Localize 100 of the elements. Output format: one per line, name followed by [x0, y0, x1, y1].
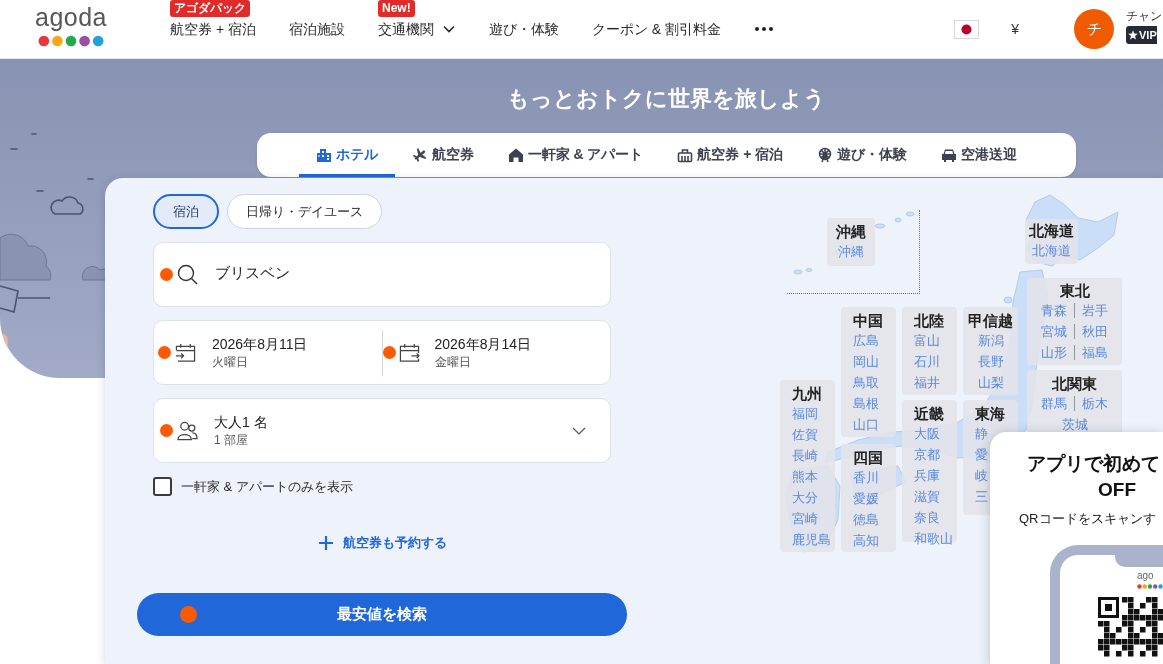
checkbox-label[interactable]: 一軒家 & アパートのみを表示	[181, 477, 353, 496]
marker-dot-icon	[160, 424, 173, 437]
promo-badge: New!	[377, 0, 415, 17]
prefecture-link[interactable]: 和歌山	[914, 528, 953, 549]
house-icon	[507, 147, 524, 163]
region-heading[interactable]: 近畿	[914, 405, 944, 423]
prefecture-link[interactable]: 奈良	[914, 507, 940, 528]
product-tab[interactable]: 空港送迎	[924, 133, 1035, 177]
prefecture-link[interactable]: 京都	[914, 444, 940, 465]
plus-icon	[317, 535, 334, 551]
nav-link[interactable]: 遊び・体験	[488, 19, 559, 39]
people-icon	[177, 420, 198, 441]
more-icon[interactable]	[755, 27, 774, 31]
region-heading[interactable]: 北海道	[1029, 222, 1074, 240]
prefecture-link[interactable]: 宮城	[1041, 321, 1067, 342]
chevron-down-icon	[572, 426, 586, 435]
check-in-field[interactable]: 2026年8月11日 火曜日	[154, 321, 383, 384]
prefecture-link[interactable]: 佐賀	[792, 424, 818, 445]
promo-subtitle: QRコードをスキャンす	[1019, 510, 1156, 528]
luggage-icon	[677, 147, 694, 163]
checkbox[interactable]	[153, 477, 172, 496]
prefecture-link[interactable]: 山梨	[977, 372, 1004, 393]
prefecture-link[interactable]: 群馬	[1041, 393, 1067, 414]
prefecture-link[interactable]: 福島	[1082, 342, 1108, 363]
avatar[interactable]: チ	[1074, 9, 1114, 49]
prefecture-link[interactable]: 大分	[792, 487, 818, 508]
product-tab[interactable]: 一軒家 & アパート	[490, 133, 661, 177]
prefecture-link[interactable]: 福岡	[792, 403, 818, 424]
region-heading[interactable]: 北陸	[914, 312, 944, 330]
prefecture-link[interactable]: 福井	[914, 372, 940, 393]
product-tab[interactable]: 遊び・体験	[800, 133, 925, 177]
logo-dots-icon	[38, 35, 104, 47]
prefecture-link[interactable]: 北海道	[1032, 240, 1071, 261]
region-heading[interactable]: 北関東	[1052, 375, 1097, 393]
prefecture-link[interactable]: 石川	[914, 351, 940, 372]
product-tab[interactable]: 航空券	[394, 133, 491, 177]
marker-dot-icon	[382, 346, 396, 359]
prefecture-link[interactable]: 茨城	[1061, 414, 1088, 435]
tier-badge: VIP	[1126, 25, 1157, 44]
prefecture-link[interactable]: 岡山	[853, 351, 879, 372]
search-button[interactable]: 最安値を検索	[137, 593, 627, 636]
prefecture-link[interactable]: 新潟	[977, 330, 1004, 351]
prefecture-link[interactable]: 兵庫	[914, 465, 940, 486]
prefecture-link[interactable]: 徳島	[853, 509, 879, 530]
region-heading[interactable]: 沖縄	[836, 223, 866, 241]
prefecture-link[interactable]: 青森	[1041, 300, 1067, 321]
prefecture-link[interactable]: 大阪	[914, 423, 940, 444]
prefecture-link[interactable]: 高知	[853, 530, 879, 551]
nav-link[interactable]: 交通機関	[377, 19, 456, 39]
destination-field[interactable]: ブリスベン	[153, 242, 611, 307]
caret-icon	[442, 25, 455, 33]
stay-type-chip[interactable]: 宿泊	[153, 194, 219, 229]
region-heading[interactable]: 東海	[975, 405, 1005, 423]
promo-title: OFF	[1098, 478, 1136, 502]
prefecture-link[interactable]: 長崎	[792, 445, 818, 466]
prefecture-link[interactable]: 三	[975, 486, 988, 507]
add-flight-link[interactable]: 航空券も予約する	[317, 534, 447, 552]
logo-text[interactable]: agoda	[35, 5, 107, 29]
prefecture-link[interactable]: 宮崎	[792, 508, 818, 529]
prefecture-link[interactable]: 広島	[853, 330, 879, 351]
product-tab[interactable]: 航空券 + 宿泊	[660, 133, 801, 177]
marker-dot-icon	[180, 606, 197, 623]
flag-icon[interactable]	[954, 19, 980, 39]
prefecture-link[interactable]: 沖縄	[838, 241, 864, 262]
prefecture-link[interactable]: 栃木	[1082, 393, 1108, 414]
region-heading[interactable]: 九州	[792, 385, 822, 403]
prefecture-link[interactable]: 島根	[853, 393, 879, 414]
prefecture-link[interactable]: 鳥取	[853, 372, 879, 393]
prefecture-link[interactable]: 山形	[1041, 342, 1067, 363]
region-heading[interactable]: 四国	[853, 449, 883, 467]
prefecture-link[interactable]: 秋田	[1082, 321, 1108, 342]
prefecture-link[interactable]: 静	[975, 423, 988, 444]
marker-dot-icon	[160, 268, 173, 281]
promo-title: アプリで初めて	[1027, 452, 1160, 476]
prefecture-link[interactable]: 岩手	[1082, 300, 1108, 321]
prefecture-link[interactable]: 熊本	[792, 466, 818, 487]
prefecture-link[interactable]: 鹿児島	[792, 529, 831, 550]
qr-code	[1098, 597, 1163, 657]
check-out-field[interactable]: 2026年8月14日 金曜日	[381, 329, 610, 376]
stay-type-chip[interactable]: 日帰り・デイユース	[227, 194, 382, 229]
region-heading[interactable]: 東北	[1059, 282, 1090, 300]
prefecture-link[interactable]: 滋賀	[914, 486, 940, 507]
region-heading[interactable]: 中国	[853, 312, 883, 330]
nav-link[interactable]: 航空券 + 宿泊	[170, 19, 256, 39]
search-icon	[177, 264, 198, 285]
prefecture-link[interactable]: 愛媛	[853, 488, 879, 509]
prefecture-link[interactable]: 岐	[975, 465, 988, 486]
prefecture-link[interactable]: 富山	[914, 330, 940, 351]
prefecture-link[interactable]: 愛	[975, 444, 988, 465]
prefecture-link[interactable]: 山口	[853, 414, 879, 435]
user-name[interactable]: チャン	[1126, 8, 1162, 23]
nav-link[interactable]: 宿泊施設	[288, 19, 345, 39]
hotel-icon	[315, 147, 332, 163]
guests-field[interactable]: 大人1 名 1 部屋	[153, 398, 611, 463]
prefecture-link[interactable]: 長野	[977, 351, 1004, 372]
currency-selector[interactable]: ¥	[1011, 21, 1019, 37]
car-icon	[941, 147, 958, 163]
nav-link[interactable]: クーポン & 割引料金	[591, 19, 722, 39]
airplane-icon	[411, 147, 428, 163]
region-heading[interactable]: 甲信越	[968, 312, 1013, 330]
